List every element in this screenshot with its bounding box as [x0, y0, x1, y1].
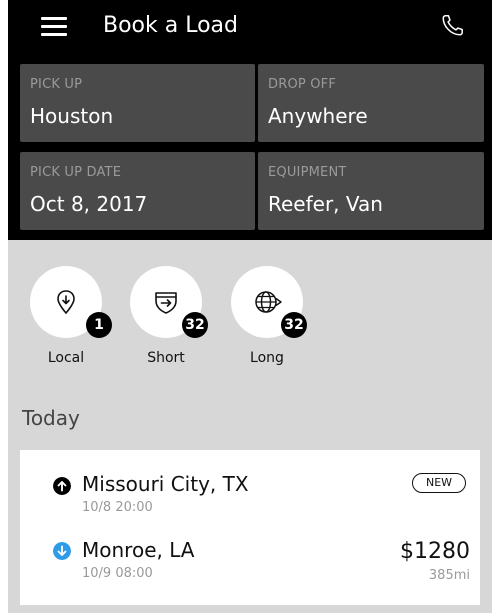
destination-time: 10/9 08:00	[82, 566, 153, 581]
category-short-count-badge: 32	[182, 312, 208, 338]
dropoff-label: DROP OFF	[268, 77, 337, 92]
pickup-location-field[interactable]: PICK UP Houston	[20, 64, 255, 142]
highway-sign-icon	[155, 292, 177, 314]
dropoff-arrow-down-icon	[53, 542, 71, 560]
dropoff-value: Anywhere	[268, 104, 368, 128]
pickup-date-label: PICK UP DATE	[30, 165, 122, 180]
load-distance: 385mi	[428, 568, 470, 583]
globe-icon	[255, 291, 282, 313]
new-badge: NEW	[412, 473, 466, 493]
pickup-value: Houston	[30, 104, 114, 128]
pickup-label: PICK UP	[30, 77, 83, 92]
destination-city: Monroe, LA	[82, 538, 195, 562]
category-long-count-badge: 32	[281, 312, 307, 338]
location-pin-icon	[57, 290, 75, 315]
equipment-field[interactable]: EQUIPMENT Reefer, Van	[258, 152, 484, 230]
equipment-label: EQUIPMENT	[268, 165, 347, 180]
pickup-arrow-up-icon	[53, 477, 71, 495]
origin-time: 10/8 20:00	[82, 500, 153, 515]
header: Book a Load PICK UP Houston DROP OFF Any…	[8, 0, 492, 240]
category-short-label: Short	[147, 350, 185, 366]
phone-icon[interactable]	[440, 12, 466, 38]
pickup-date-field[interactable]: PICK UP DATE Oct 8, 2017	[20, 152, 255, 230]
load-price: $1280	[400, 539, 470, 564]
page-title: Book a Load	[103, 13, 238, 38]
category-local-count-badge: 1	[86, 312, 112, 338]
pickup-date-value: Oct 8, 2017	[30, 192, 148, 216]
category-local-label: Local	[47, 350, 85, 366]
origin-city: Missouri City, TX	[82, 472, 249, 496]
load-card[interactable]: Missouri City, TX 10/8 20:00 NEW Monroe,…	[20, 450, 480, 605]
hamburger-menu-icon[interactable]	[41, 15, 67, 37]
category-long-label: Long	[250, 350, 284, 366]
section-title: Today	[22, 406, 80, 430]
app-screen: Book a Load PICK UP Houston DROP OFF Any…	[8, 0, 492, 613]
dropoff-location-field[interactable]: DROP OFF Anywhere	[258, 64, 484, 142]
equipment-value: Reefer, Van	[268, 192, 383, 216]
